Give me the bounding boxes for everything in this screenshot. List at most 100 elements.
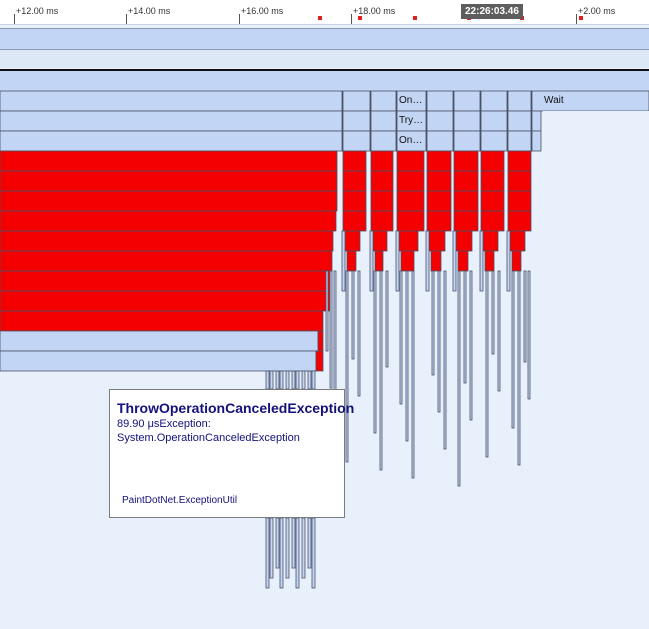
call-spike[interactable] [301, 370, 306, 390]
call-spike[interactable] [265, 370, 270, 390]
call-spike[interactable] [307, 370, 312, 390]
exception-frame[interactable] [455, 230, 473, 252]
exception-frame[interactable] [317, 330, 324, 352]
call-spike[interactable] [437, 270, 441, 413]
exception-frame[interactable] [453, 210, 479, 232]
call-spike[interactable] [351, 270, 355, 360]
call-spike[interactable] [431, 270, 435, 376]
call-spike[interactable] [411, 270, 415, 479]
call-spike[interactable] [469, 270, 473, 421]
call-spike[interactable] [527, 270, 531, 400]
call-spike[interactable] [523, 270, 527, 363]
stack-frame[interactable] [0, 110, 542, 132]
call-spike[interactable] [385, 270, 389, 368]
exception-frame[interactable] [482, 230, 499, 252]
frame-divider[interactable] [452, 90, 455, 152]
exception-frame[interactable] [400, 250, 415, 272]
call-spike[interactable] [295, 517, 300, 589]
exception-frame[interactable] [480, 150, 505, 172]
exception-frame[interactable] [453, 170, 479, 192]
exception-frame[interactable] [342, 150, 367, 172]
call-spike[interactable] [291, 517, 296, 569]
stack-frame[interactable] [452, 230, 457, 292]
frame-divider[interactable] [425, 90, 428, 152]
exception-frame[interactable] [426, 210, 452, 232]
exception-frame[interactable] [396, 170, 425, 192]
call-spike[interactable] [269, 517, 274, 579]
exception-frame[interactable] [342, 190, 367, 212]
exception-frame[interactable] [511, 250, 522, 272]
stack-frame[interactable] [0, 330, 319, 352]
exception-frame[interactable] [457, 250, 469, 272]
exception-frame[interactable] [346, 250, 357, 272]
frame-divider[interactable] [506, 90, 509, 152]
call-spike[interactable] [269, 370, 274, 390]
exception-frame[interactable] [0, 190, 338, 212]
call-spike[interactable] [285, 517, 290, 579]
call-spike[interactable] [279, 370, 284, 390]
stack-frame[interactable] [341, 230, 346, 292]
call-spike[interactable] [265, 517, 270, 589]
frame-divider[interactable] [395, 90, 398, 152]
exception-frame[interactable] [0, 290, 331, 312]
exception-frame[interactable] [507, 170, 532, 192]
exception-frame[interactable] [507, 190, 532, 212]
stack-frame[interactable] [395, 230, 400, 292]
exception-frame[interactable] [426, 190, 452, 212]
stack-frame[interactable] [506, 230, 511, 292]
exception-frame[interactable] [396, 150, 425, 172]
exception-frame[interactable] [453, 190, 479, 212]
call-spike[interactable] [405, 270, 409, 442]
stack-frame[interactable] [425, 230, 430, 292]
stack-frame[interactable] [0, 350, 317, 372]
exception-frame[interactable] [507, 210, 532, 232]
exception-frame[interactable] [484, 250, 495, 272]
call-spike[interactable] [295, 370, 300, 390]
call-spike[interactable] [285, 370, 290, 390]
call-spike[interactable] [517, 270, 521, 466]
frame-divider[interactable] [479, 90, 482, 152]
call-spike[interactable] [275, 370, 280, 390]
call-spike[interactable] [491, 270, 495, 355]
exception-frame[interactable] [370, 210, 394, 232]
frame-divider[interactable] [530, 90, 533, 152]
exception-frame[interactable] [0, 170, 338, 192]
call-spike[interactable] [291, 370, 296, 390]
call-spike[interactable] [373, 270, 377, 434]
exception-frame[interactable] [315, 350, 324, 372]
exception-frame[interactable] [0, 310, 324, 332]
call-spike[interactable] [457, 270, 461, 487]
exception-frame[interactable] [453, 150, 479, 172]
exception-frame[interactable] [480, 170, 505, 192]
call-spike[interactable] [301, 517, 306, 579]
exception-frame[interactable] [0, 230, 334, 252]
call-spike[interactable] [463, 270, 467, 384]
call-spike[interactable] [311, 370, 316, 390]
exception-frame[interactable] [0, 210, 337, 232]
stack-frame[interactable] [0, 130, 542, 152]
call-spike[interactable] [357, 270, 361, 397]
exception-frame[interactable] [480, 190, 505, 212]
stack-frame[interactable] [369, 230, 374, 292]
exception-frame[interactable] [428, 230, 446, 252]
exception-frame[interactable] [370, 170, 394, 192]
exception-frame[interactable] [396, 210, 425, 232]
call-spike[interactable] [399, 270, 403, 405]
call-spike[interactable] [345, 270, 349, 463]
exception-frame[interactable] [398, 230, 419, 252]
exception-frame[interactable] [396, 190, 425, 212]
call-spike[interactable] [497, 270, 501, 392]
call-spike[interactable] [329, 270, 333, 389]
stack-frame[interactable] [479, 230, 484, 292]
exception-frame[interactable] [372, 230, 388, 252]
call-spike[interactable] [325, 270, 329, 352]
exception-frame[interactable] [426, 150, 452, 172]
exception-frame[interactable] [480, 210, 505, 232]
call-spike[interactable] [275, 517, 280, 569]
call-spike[interactable] [443, 270, 447, 450]
exception-frame[interactable] [0, 270, 332, 292]
exception-frame[interactable] [342, 170, 367, 192]
call-spike[interactable] [379, 270, 383, 471]
exception-frame[interactable] [344, 230, 361, 252]
exception-frame[interactable] [426, 170, 452, 192]
